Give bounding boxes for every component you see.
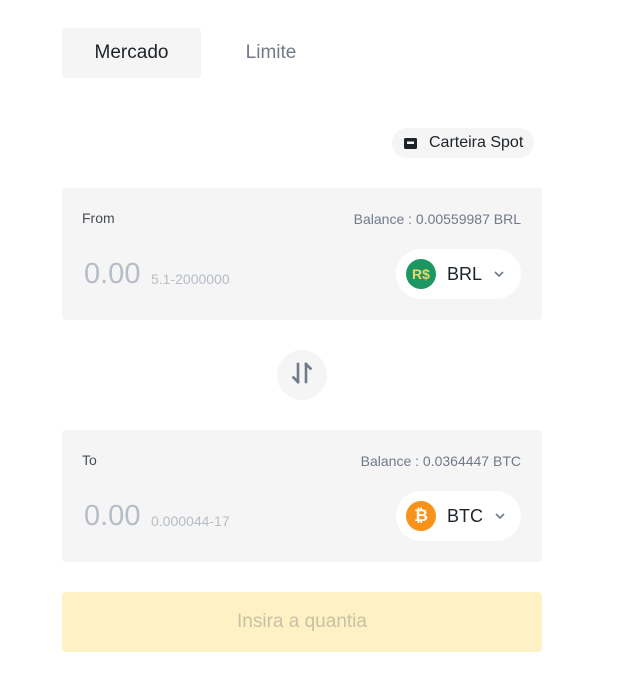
- brl-coin-icon-text: R$: [412, 266, 430, 282]
- wallet-selector[interactable]: Carteira Spot: [392, 128, 535, 158]
- from-range-hint: 5.1-2000000: [151, 271, 230, 287]
- btc-coin-icon: ₿: [406, 501, 436, 531]
- from-label: From: [82, 210, 115, 226]
- from-coin-select[interactable]: R$ BRL: [396, 249, 521, 299]
- from-coin-code: BRL: [447, 263, 483, 284]
- to-coin-select[interactable]: ₿ BTC: [396, 491, 521, 541]
- to-amount-input[interactable]: 0.00: [84, 500, 140, 533]
- to-label: To: [82, 452, 97, 468]
- tab-mercado[interactable]: Mercado: [62, 28, 201, 78]
- from-amount-input[interactable]: 0.00: [84, 258, 140, 291]
- to-coin-code: BTC: [447, 505, 483, 526]
- to-range-hint: 0.000044-17: [151, 513, 230, 529]
- submit-button[interactable]: Insira a quantia: [62, 592, 542, 652]
- wallet-label: Carteira Spot: [429, 134, 524, 151]
- to-card: To Balance : 0.0364447 BTC 0.00 0.000044…: [62, 430, 542, 562]
- chevron-down-icon: [495, 513, 505, 519]
- swap-button[interactable]: [277, 350, 327, 400]
- from-card: From Balance : 0.00559987 BRL 0.00 5.1-2…: [62, 188, 542, 320]
- from-balance: Balance : 0.00559987 BRL: [353, 211, 521, 227]
- wallet-icon: [404, 137, 417, 149]
- tab-limite[interactable]: Limite: [221, 28, 321, 78]
- btc-coin-icon-text: ₿: [414, 506, 428, 525]
- swap-arrows-icon: [291, 361, 313, 389]
- chevron-down-icon: [494, 271, 504, 277]
- brl-coin-icon: R$: [406, 259, 436, 289]
- order-type-tabs: Mercado Limite: [62, 28, 321, 78]
- to-balance: Balance : 0.0364447 BTC: [360, 453, 521, 469]
